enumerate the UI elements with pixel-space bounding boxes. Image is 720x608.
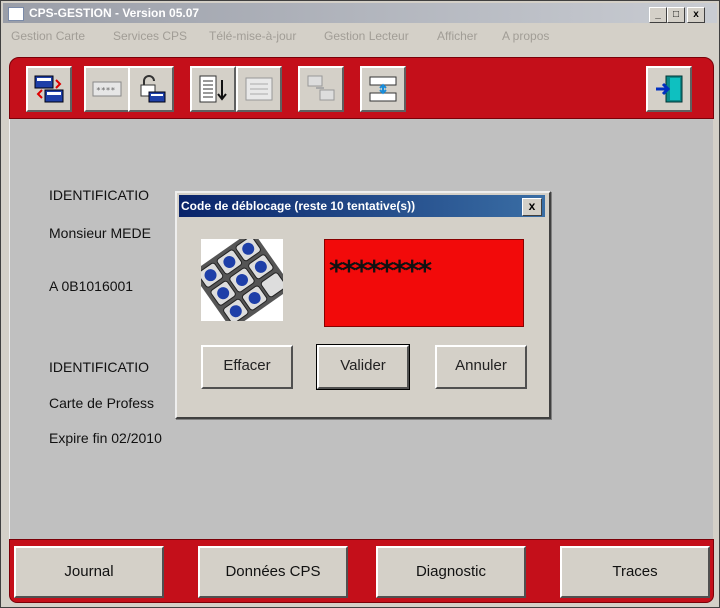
close-button[interactable]: x <box>687 7 705 23</box>
menu-tele-mise-a-jour[interactable]: Télé-mise-à-jour <box>209 29 296 43</box>
card-read-button[interactable] <box>26 66 72 112</box>
app-window: CPS-GESTION - Version 05.07 _ □ x Gestio… <box>0 0 720 608</box>
dialog-title: Code de déblocage (reste 10 tentative(s)… <box>181 199 416 213</box>
keypad-icon <box>201 239 283 321</box>
copy-card-icon <box>307 75 335 101</box>
diagnostic-button[interactable]: Diagnostic <box>376 546 526 598</box>
title-bar[interactable]: CPS-GESTION - Version 05.07 _ □ x <box>3 3 717 23</box>
unlock-code-dialog: Code de déblocage (reste 10 tentative(s)… <box>175 191 551 419</box>
pin-value: ******** <box>329 254 432 287</box>
identification-heading-2: IDENTIFICATIO <box>49 359 150 375</box>
window-title: CPS-GESTION - Version 05.07 <box>29 6 200 20</box>
menu-gestion-carte[interactable]: Gestion Carte <box>11 29 85 43</box>
svg-text:****: **** <box>96 86 115 95</box>
exit-door-icon <box>656 75 683 103</box>
toolbar: **** <box>9 57 714 119</box>
cancel-button[interactable]: Annuler <box>435 345 527 389</box>
menu-a-propos[interactable]: A propos <box>502 29 549 43</box>
app-icon <box>8 7 24 21</box>
bottom-bar: Journal Données CPS Diagnostic Traces <box>9 539 714 603</box>
holder-number: A 0B1016001 <box>49 278 134 294</box>
transfer-icon <box>369 76 397 102</box>
holder-name: Monsieur MEDE <box>49 225 151 241</box>
card-unlock-button[interactable] <box>128 66 174 112</box>
validate-button[interactable]: Valider <box>316 344 410 390</box>
dialog-close-button[interactable]: x <box>522 198 542 216</box>
document-list-icon <box>245 77 273 101</box>
card-unlock-icon <box>140 75 166 103</box>
sort-list-icon <box>199 75 227 103</box>
card-type: Carte de Profess <box>49 395 155 411</box>
transfer-button[interactable] <box>360 66 406 112</box>
card-pin-button[interactable]: **** <box>84 66 130 112</box>
journal-button[interactable]: Journal <box>14 546 164 598</box>
donnees-cps-button[interactable]: Données CPS <box>198 546 348 598</box>
menu-bar: Gestion Carte Services CPS Télé-mise-à-j… <box>3 25 717 47</box>
menu-services-cps[interactable]: Services CPS <box>113 29 187 43</box>
menu-gestion-lecteur[interactable]: Gestion Lecteur <box>324 29 409 43</box>
maximize-button[interactable]: □ <box>667 7 685 23</box>
card-pin-icon: **** <box>92 81 122 97</box>
menu-afficher[interactable]: Afficher <box>437 29 477 43</box>
traces-button[interactable]: Traces <box>560 546 710 598</box>
identification-heading-1: IDENTIFICATIO <box>49 187 150 203</box>
card-read-icon <box>34 75 64 103</box>
clear-button[interactable]: Effacer <box>201 345 293 389</box>
expiry-date: Expire fin 02/2010 <box>49 430 162 446</box>
sort-list-button[interactable] <box>190 66 236 112</box>
dialog-title-bar[interactable]: Code de déblocage (reste 10 tentative(s)… <box>179 195 545 217</box>
copy-card-button[interactable] <box>298 66 344 112</box>
document-list-button[interactable] <box>236 66 282 112</box>
exit-button[interactable] <box>646 66 692 112</box>
minimize-button[interactable]: _ <box>649 7 667 23</box>
pin-input[interactable]: ******** <box>324 239 524 327</box>
